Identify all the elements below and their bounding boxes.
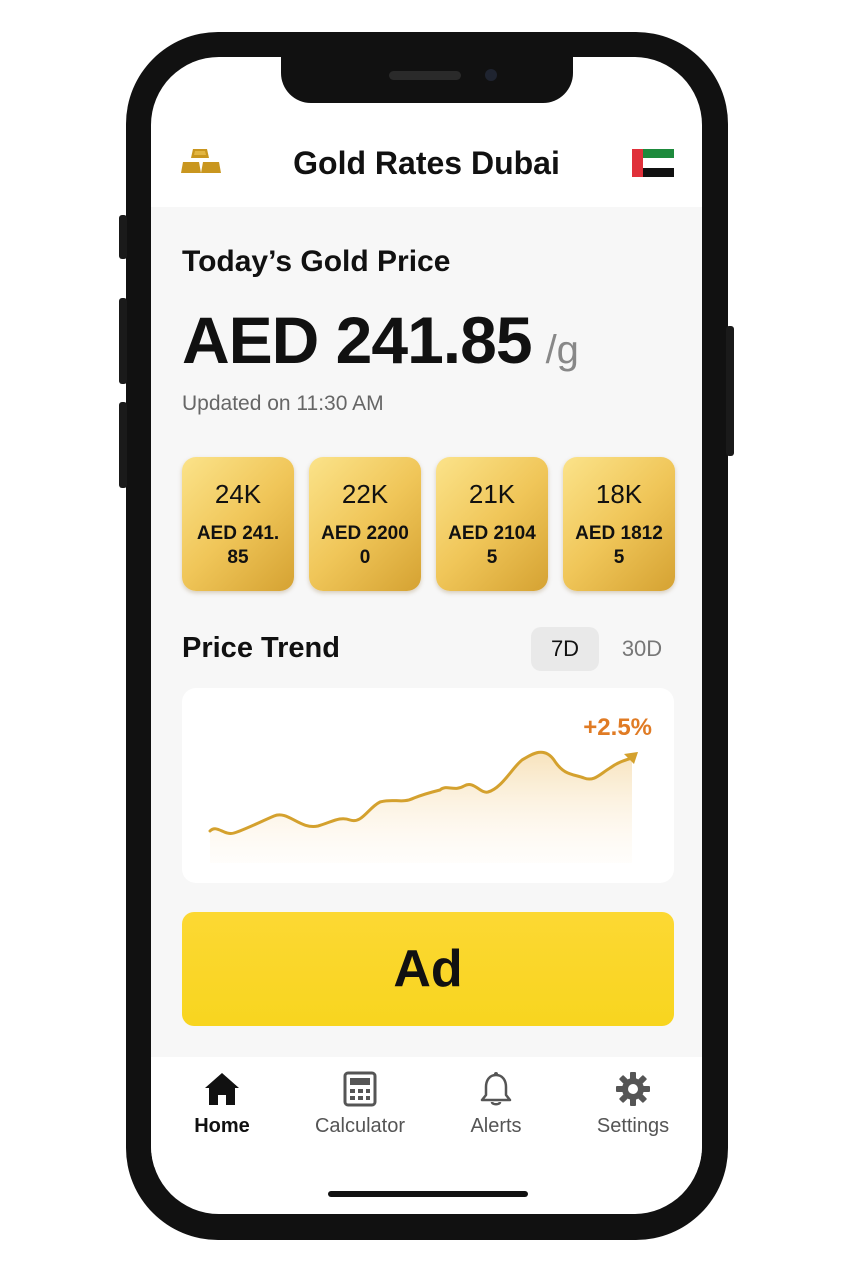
- app-header: Gold Rates Dubai: [151, 137, 702, 207]
- volume-down-button: [119, 402, 127, 488]
- karat-card-21k[interactable]: 21K AED 21045: [436, 457, 548, 591]
- karat-card-18k[interactable]: 18K AED 18125: [563, 457, 675, 591]
- tab-label: Home: [194, 1115, 250, 1137]
- front-camera: [485, 69, 497, 81]
- karat-price: AED 18125: [575, 523, 663, 568]
- tab-label: Settings: [596, 1115, 670, 1137]
- uae-flag-icon[interactable]: [632, 149, 674, 177]
- tab-label: Alerts: [470, 1115, 522, 1137]
- karat-label: 24K: [214, 479, 262, 509]
- volume-up-button: [119, 298, 127, 384]
- app-title: Gold Rates Dubai: [293, 145, 560, 181]
- home-icon: [205, 1073, 239, 1105]
- price-row: AED 241.85/g: [182, 302, 579, 378]
- trend-area: [210, 752, 632, 863]
- speaker: [389, 71, 461, 80]
- tab-label: Calculator: [314, 1115, 406, 1137]
- bell-icon: [480, 1072, 512, 1106]
- ad-banner[interactable]: Ad: [182, 912, 674, 1026]
- home-indicator: [328, 1191, 528, 1197]
- trend-change: +2.5%: [583, 714, 652, 741]
- tab-alerts[interactable]: Alerts: [436, 1071, 556, 1138]
- karat-price: AED 22000: [321, 523, 409, 568]
- power-button: [726, 326, 734, 456]
- tab-home[interactable]: Home: [162, 1071, 282, 1138]
- updated-timestamp: Updated on 11:30 AM: [182, 392, 384, 415]
- karat-price: AED 21045: [448, 523, 536, 568]
- karat-price: AED 241.85: [196, 523, 280, 568]
- range-7d-button[interactable]: 7D: [531, 627, 599, 671]
- main-content: Today’s Gold Price AED 241.85/g Updated …: [151, 207, 702, 1057]
- karat-label: 22K: [341, 479, 389, 509]
- gear-icon: [616, 1072, 650, 1106]
- today-price-heading: Today’s Gold Price: [182, 245, 451, 278]
- price-unit: /g: [545, 328, 579, 372]
- price-trend-heading: Price Trend: [182, 632, 340, 664]
- karat-label: 21K: [468, 479, 516, 509]
- karat-card-22k[interactable]: 22K AED 22000: [309, 457, 421, 591]
- karat-card-24k[interactable]: 24K AED 241.85: [182, 457, 294, 591]
- tab-calculator[interactable]: Calculator: [300, 1071, 420, 1138]
- calculator-icon: [343, 1071, 377, 1107]
- bottom-tab-bar: Home Calculator Alerts Settings: [151, 1057, 702, 1167]
- mute-switch: [119, 215, 127, 259]
- current-price: AED 241.85: [182, 303, 533, 377]
- app-screen: Gold Rates Dubai Today’s Gold Price AED …: [151, 57, 702, 1214]
- tab-settings[interactable]: Settings: [573, 1071, 693, 1138]
- range-30d-button[interactable]: 30D: [608, 627, 676, 671]
- price-trend-chart: +2.5%: [182, 688, 674, 883]
- notch: [281, 57, 573, 103]
- karat-label: 18K: [595, 479, 643, 509]
